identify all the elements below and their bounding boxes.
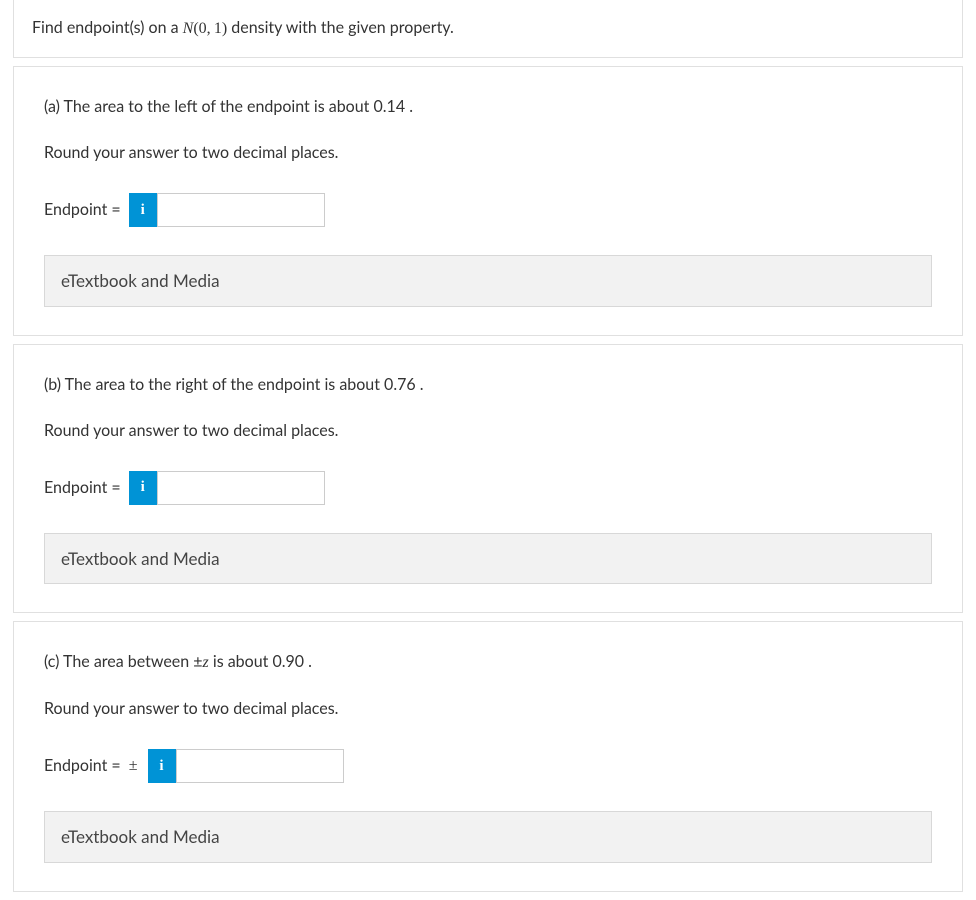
info-icon[interactable]: i (129, 471, 157, 505)
part-a-instruction: Round your answer to two decimal places. (44, 141, 932, 165)
part-c-instruction: Round your answer to two decimal places. (44, 697, 932, 721)
etextbook-media-bar[interactable]: eTextbook and Media (44, 255, 932, 307)
part-b-input[interactable] (157, 471, 325, 505)
part-a-panel: (a) The area to the left of the endpoint… (13, 66, 963, 336)
part-b-panel: (b) The area to the right of the endpoin… (13, 344, 963, 614)
part-a-label: Endpoint = (44, 198, 121, 222)
part-c-prompt-prefix: (c) The area between (44, 652, 193, 671)
part-b-answer-row: Endpoint = i (44, 471, 932, 505)
part-a-prompt: (a) The area to the left of the endpoint… (44, 95, 932, 119)
part-a-input[interactable] (157, 193, 325, 227)
intro-notation-args: (0, 1) (193, 20, 227, 37)
intro-text: Find endpoint(s) on a N(0, 1) density wi… (32, 16, 944, 41)
intro-notation-n: N (183, 20, 194, 37)
part-c-panel: (c) The area between ±z is about 0.90 . … (13, 621, 963, 892)
info-icon[interactable]: i (148, 749, 176, 783)
part-a-answer-row: Endpoint = i (44, 193, 932, 227)
intro-panel: Find endpoint(s) on a N(0, 1) density wi… (13, 0, 963, 58)
part-c-label: Endpoint = (44, 754, 121, 778)
etextbook-media-bar[interactable]: eTextbook and Media (44, 533, 932, 585)
part-c-input[interactable] (176, 749, 344, 783)
etextbook-media-bar[interactable]: eTextbook and Media (44, 811, 932, 863)
part-b-label: Endpoint = (44, 476, 121, 500)
part-b-instruction: Round your answer to two decimal places. (44, 419, 932, 443)
info-icon[interactable]: i (129, 193, 157, 227)
intro-prefix: Find endpoint(s) on a (32, 18, 183, 37)
part-c-prompt: (c) The area between ±z is about 0.90 . (44, 650, 932, 675)
part-c-prompt-pm: ± (193, 652, 202, 671)
part-b-prompt: (b) The area to the right of the endpoin… (44, 373, 932, 397)
part-c-answer-row: Endpoint = ± i (44, 749, 932, 783)
intro-suffix: density with the given property. (227, 18, 454, 37)
part-c-prompt-suffix: is about 0.90 . (209, 652, 312, 671)
plusminus-symbol: ± (129, 754, 138, 778)
